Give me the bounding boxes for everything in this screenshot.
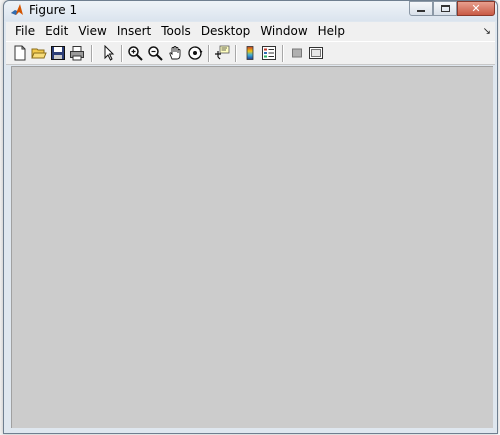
figure-window: Figure 1 ✕ File Edit View Insert Tools D… [3,0,498,434]
rotate-3d-icon[interactable] [187,45,203,61]
matlab-logo-icon [11,4,23,15]
save-figure-icon[interactable] [50,45,66,61]
minimize-button[interactable] [409,1,433,16]
menu-desktop[interactable]: Desktop [196,22,256,41]
title-bar[interactable]: Figure 1 ✕ [4,1,497,21]
figure-canvas[interactable] [11,66,493,428]
close-button[interactable]: ✕ [457,1,495,16]
menu-bar: File Edit View Insert Tools Desktop Wind… [6,22,495,41]
maximize-icon [440,5,450,12]
zoom-in-icon[interactable] [127,45,143,61]
minimize-icon [417,10,425,12]
menu-view[interactable]: View [73,22,111,41]
toolbar-separator [91,45,92,62]
toolbar-separator [208,45,209,62]
pan-icon[interactable] [167,45,183,61]
menu-insert[interactable]: Insert [112,22,156,41]
data-cursor-icon[interactable] [214,45,230,61]
print-figure-icon[interactable] [69,45,85,61]
open-file-icon[interactable] [31,45,47,61]
hide-plot-tools-icon[interactable] [289,45,305,61]
menu-tools[interactable]: Tools [156,22,196,41]
insert-legend-icon[interactable] [261,45,277,61]
figure-toolbar [6,41,495,65]
dock-arrow-icon[interactable]: ↘ [483,26,491,37]
menu-help[interactable]: Help [313,22,350,41]
menu-edit[interactable]: Edit [40,22,73,41]
menu-file[interactable]: File [6,22,40,41]
maximize-button[interactable] [433,1,457,16]
window-title: Figure 1 [29,3,78,17]
edit-plot-icon[interactable] [101,45,117,61]
zoom-out-icon[interactable] [147,45,163,61]
new-figure-icon[interactable] [12,45,28,61]
show-plot-tools-icon[interactable] [308,45,324,61]
insert-colorbar-icon[interactable] [242,45,258,61]
close-icon: ✕ [471,2,481,15]
toolbar-separator [121,45,122,62]
menu-window[interactable]: Window [255,22,312,41]
toolbar-separator [282,45,283,62]
toolbar-separator [235,45,236,62]
